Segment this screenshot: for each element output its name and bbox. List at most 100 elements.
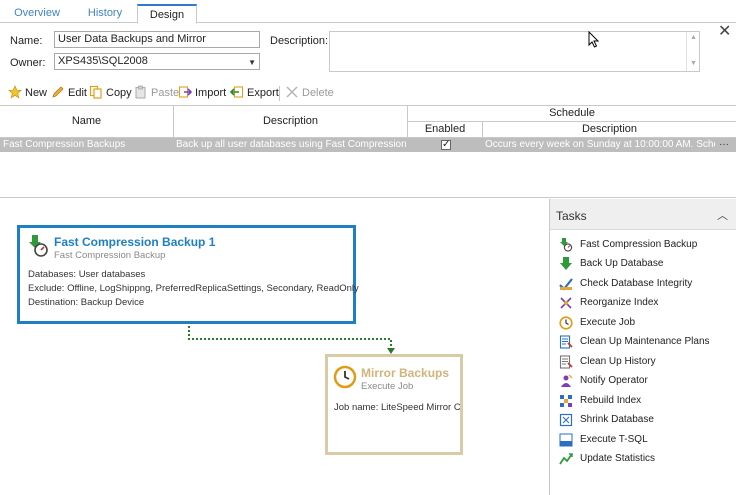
task-label: Execute T-SQL bbox=[580, 434, 648, 445]
name-input[interactable]: User Data Backups and Mirror bbox=[54, 31, 260, 48]
new-button[interactable]: New bbox=[8, 83, 47, 103]
task-label: Fast Compression Backup bbox=[580, 239, 698, 250]
close-icon[interactable]: ✕ bbox=[718, 24, 731, 40]
export-button[interactable]: Export bbox=[230, 83, 279, 103]
card-detail-job-name: Job name: LiteSpeed Mirror Co bbox=[334, 402, 460, 413]
task-item-reorganize-index[interactable]: Reorganize Index bbox=[559, 294, 735, 312]
row-description: Back up all user databases using Fast Co… bbox=[176, 139, 406, 150]
fast-compression-icon bbox=[560, 238, 573, 252]
scroll-up-icon[interactable]: ▲ bbox=[690, 34, 697, 41]
description-scrollbar[interactable]: ▲ ▼ bbox=[686, 32, 699, 71]
edit-button[interactable]: Edit bbox=[51, 83, 87, 103]
name-label: Name: bbox=[10, 35, 43, 47]
task-item-execute-job[interactable]: Execute Job bbox=[559, 314, 735, 332]
column-header-description[interactable]: Description bbox=[174, 106, 408, 138]
task-item-clean-up-history[interactable]: Clean Up History bbox=[559, 353, 735, 371]
task-label: Notify Operator bbox=[580, 375, 648, 386]
card-title: Mirror Backups bbox=[361, 366, 450, 380]
tab-strip: Overview History Design bbox=[0, 4, 736, 24]
task-label: Rebuild Index bbox=[580, 395, 642, 406]
star-icon bbox=[8, 85, 22, 99]
description-textarea[interactable]: ▲ ▼ bbox=[329, 31, 700, 72]
task-item-rebuild-index[interactable]: Rebuild Index bbox=[559, 392, 735, 410]
task-card-fast-compression[interactable]: Fast Compression Backup 1 Fast Compressi… bbox=[17, 225, 359, 324]
column-header-schedule: Schedule bbox=[408, 106, 736, 122]
enabled-checkbox[interactable] bbox=[441, 138, 451, 152]
task-item-clean-up-maintenance-plans[interactable]: Clean Up Maintenance Plans bbox=[559, 333, 735, 351]
task-label: Clean Up History bbox=[580, 356, 656, 367]
reorganize-index-icon bbox=[560, 297, 572, 309]
column-header-schedule-description[interactable]: Description bbox=[483, 122, 736, 138]
delete-label: Delete bbox=[302, 87, 334, 99]
task-item-fast-compression-backup[interactable]: Fast Compression Backup bbox=[559, 236, 735, 254]
import-button[interactable]: Import bbox=[178, 83, 226, 103]
import-icon bbox=[178, 86, 192, 98]
task-item-update-statistics[interactable]: Update Statistics bbox=[559, 450, 735, 468]
table-row[interactable]: Fast Compression Backups Back up all use… bbox=[0, 138, 736, 152]
edit-label: Edit bbox=[68, 87, 87, 99]
new-label: New bbox=[25, 87, 48, 99]
update-statistics-icon bbox=[559, 453, 573, 465]
copy-button[interactable]: Copy bbox=[89, 83, 132, 103]
tab-design[interactable]: Design bbox=[137, 4, 197, 24]
tab-history[interactable]: History bbox=[73, 4, 137, 23]
pencil-icon bbox=[52, 86, 64, 98]
tasks-title: Tasks bbox=[556, 209, 587, 223]
export-label: Export bbox=[247, 87, 279, 99]
card-detail-databases: Databases: User databases bbox=[28, 269, 146, 280]
clipboard-icon bbox=[135, 85, 146, 99]
tasks-header[interactable]: Tasks ︿ bbox=[550, 199, 736, 230]
check-integrity-icon bbox=[559, 278, 573, 291]
card-subtitle: Fast Compression Backup bbox=[54, 250, 166, 261]
mouse-cursor-icon bbox=[588, 31, 600, 48]
owner-select[interactable]: XPS435\SQL2008 ▼ bbox=[54, 53, 260, 70]
export-icon bbox=[230, 86, 244, 98]
cleanup-history-icon bbox=[559, 355, 573, 369]
task-item-back-up-database[interactable]: Back Up Database bbox=[559, 255, 735, 273]
owner-value: XPS435\SQL2008 bbox=[58, 55, 148, 67]
task-label: Shrink Database bbox=[580, 414, 654, 425]
tasks-panel: Tasks ︿ Fast Compression Backup Back Up … bbox=[549, 199, 736, 495]
description-label: Description: bbox=[270, 35, 329, 47]
schedule-ellipsis-button[interactable]: ··· bbox=[719, 138, 735, 152]
execute-job-icon bbox=[559, 316, 573, 330]
column-header-enabled[interactable]: Enabled bbox=[408, 122, 483, 138]
task-label: Clean Up Maintenance Plans bbox=[580, 336, 710, 347]
delete-button[interactable]: Delete bbox=[285, 83, 334, 103]
task-label: Update Statistics bbox=[580, 453, 656, 464]
copy-label: Copy bbox=[106, 87, 132, 99]
card-detail-exclude: Exclude: Offline, LogShippng, PreferredR… bbox=[28, 283, 359, 294]
chevron-up-icon[interactable]: ︿ bbox=[717, 207, 728, 223]
delete-x-icon bbox=[286, 86, 298, 98]
row-schedule: Occurs every week on Sunday at 10:00:00 … bbox=[485, 139, 715, 150]
execute-tsql-icon bbox=[559, 433, 573, 447]
paste-button[interactable]: Paste bbox=[134, 83, 179, 103]
task-item-check-database-integrity[interactable]: Check Database Integrity bbox=[559, 275, 735, 293]
fast-compression-icon bbox=[29, 235, 48, 257]
card-subtitle: Execute Job bbox=[361, 381, 414, 392]
task-item-shrink-database[interactable]: Shrink Database bbox=[559, 411, 735, 429]
design-canvas[interactable]: Fast Compression Backup 1 Fast Compressi… bbox=[0, 199, 549, 495]
task-label: Back Up Database bbox=[580, 258, 664, 269]
owner-label: Owner: bbox=[10, 57, 46, 69]
task-label: Reorganize Index bbox=[580, 297, 659, 308]
row-name: Fast Compression Backups bbox=[3, 139, 126, 150]
task-label: Execute Job bbox=[580, 317, 636, 328]
paste-label: Paste bbox=[151, 87, 180, 99]
cleanup-plans-icon bbox=[559, 335, 573, 349]
task-item-execute-t-sql[interactable]: Execute T-SQL bbox=[559, 431, 735, 449]
clock-icon bbox=[333, 365, 357, 389]
task-card-mirror-backups[interactable]: Mirror Backups Execute Job Job name: Lit… bbox=[325, 354, 463, 455]
tab-overview[interactable]: Overview bbox=[1, 4, 73, 23]
backup-arrow-icon bbox=[560, 257, 572, 270]
toolbar-separator bbox=[279, 86, 280, 101]
rebuild-index-icon bbox=[560, 395, 572, 407]
scroll-down-icon[interactable]: ▼ bbox=[690, 60, 697, 67]
copy-icon bbox=[89, 85, 102, 99]
shrink-database-icon bbox=[559, 413, 573, 427]
column-header-name[interactable]: Name bbox=[0, 106, 174, 138]
task-label: Check Database Integrity bbox=[580, 278, 693, 289]
chevron-down-icon[interactable]: ▼ bbox=[248, 55, 256, 69]
import-label: Import bbox=[195, 87, 227, 99]
task-item-notify-operator[interactable]: Notify Operator bbox=[559, 372, 735, 390]
